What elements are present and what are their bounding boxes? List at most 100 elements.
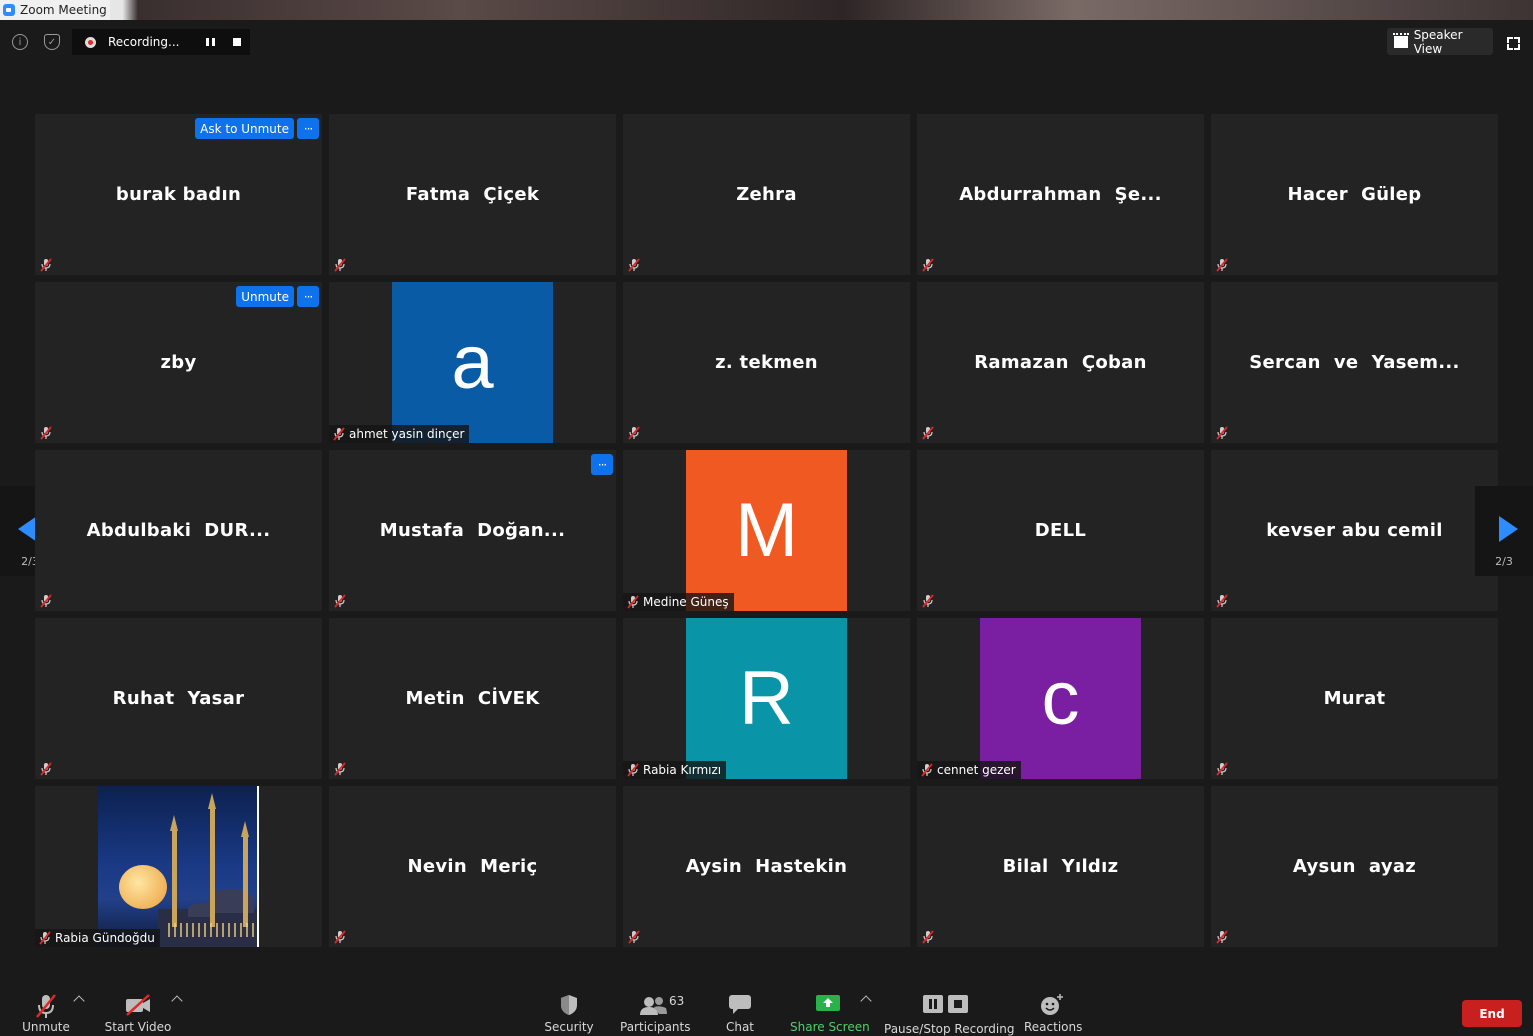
- more-options-button[interactable]: ···: [591, 454, 613, 475]
- security-label: Security: [544, 1020, 594, 1034]
- participant-name: Zehra: [736, 184, 797, 205]
- participant-tile[interactable]: R Rabia Kırmızı: [623, 618, 910, 779]
- participant-name: z. tekmen: [715, 352, 818, 373]
- stop-recording-icon[interactable]: [233, 38, 241, 46]
- meeting-toolbar: Unmute Start Video Security 63 Participa…: [0, 985, 1533, 1036]
- next-page-button[interactable]: 2/3: [1475, 486, 1533, 576]
- participant-tile[interactable]: Hacer Gülep: [1211, 114, 1498, 275]
- participant-name: cennet gezer: [937, 763, 1016, 777]
- pause-recording-icon[interactable]: [206, 38, 215, 46]
- participant-name-tag: Rabia Gündoğdu: [35, 929, 160, 947]
- participant-tile[interactable]: burak badın ··· Ask to Unmute: [35, 114, 322, 275]
- more-options-button[interactable]: ···: [297, 286, 319, 307]
- participant-name: Abdurrahman Şe...: [959, 184, 1162, 205]
- recording-label: Recording...: [108, 35, 180, 49]
- audio-options-caret-icon[interactable]: [73, 995, 85, 1007]
- participant-tile[interactable]: kevser abu cemil: [1211, 450, 1498, 611]
- start-video-label: Start Video: [104, 1020, 172, 1034]
- start-video-button[interactable]: Start Video: [104, 985, 172, 1035]
- participant-tile[interactable]: Aysin Hastekin: [623, 786, 910, 947]
- participant-name: Sercan ve Yasem...: [1249, 352, 1460, 373]
- chat-bubble-icon: [729, 995, 751, 1014]
- participant-tile[interactable]: Rabia Gündoğdu: [35, 786, 322, 947]
- chat-label: Chat: [725, 1020, 755, 1034]
- participant-tile[interactable]: Aysun ayaz: [1211, 786, 1498, 947]
- ask-to-unmute-button[interactable]: Ask to Unmute: [195, 118, 294, 139]
- participant-tile[interactable]: Sercan ve Yasem...: [1211, 282, 1498, 443]
- participant-name: kevser abu cemil: [1266, 520, 1443, 541]
- share-screen-button[interactable]: Share Screen: [790, 985, 870, 1035]
- participant-tile[interactable]: Ruhat Yasar: [35, 618, 322, 779]
- participant-tile[interactable]: zby ··· Unmute: [35, 282, 322, 443]
- speaker-view-button[interactable]: Speaker View: [1387, 28, 1493, 56]
- pause-stop-recording-icon: [923, 995, 968, 1013]
- meeting-top-bar: i ✓ Recording... Speaker View: [0, 20, 1533, 64]
- participant-tile[interactable]: Mustafa Doğan... ···: [329, 450, 616, 611]
- reactions-smiley-icon: [1041, 994, 1063, 1015]
- more-options-button[interactable]: ···: [297, 118, 319, 139]
- reactions-button[interactable]: Reactions: [1024, 985, 1083, 1035]
- participant-tile[interactable]: Murat: [1211, 618, 1498, 779]
- muted-microphone-icon: [627, 426, 641, 440]
- window-title: Zoom Meeting: [20, 3, 107, 17]
- unmute-button[interactable]: Unmute: [20, 985, 72, 1035]
- participant-tile[interactable]: Abdurrahman Şe...: [917, 114, 1204, 275]
- fullscreen-icon[interactable]: [1507, 37, 1520, 50]
- participant-tile[interactable]: z. tekmen: [623, 282, 910, 443]
- participant-name: Mustafa Doğan...: [379, 520, 566, 541]
- participant-tile[interactable]: Metin CİVEK: [329, 618, 616, 779]
- share-screen-icon: [816, 995, 840, 1011]
- shield-check-icon[interactable]: ✓: [44, 34, 60, 50]
- video-options-caret-icon[interactable]: [171, 995, 183, 1007]
- muted-microphone-icon: [332, 427, 346, 441]
- participant-name: Bilal Yıldız: [1002, 856, 1119, 877]
- participant-tile[interactable]: Fatma Çiçek: [329, 114, 616, 275]
- participant-tile[interactable]: c cennet gezer: [917, 618, 1204, 779]
- info-icon[interactable]: i: [12, 34, 28, 50]
- title-bar-left: Zoom Meeting: [0, 0, 110, 20]
- participant-tile[interactable]: Ramazan Çoban: [917, 282, 1204, 443]
- participant-avatar: R: [686, 618, 847, 779]
- participant-tile[interactable]: Nevin Meriç: [329, 786, 616, 947]
- unmute-participant-button[interactable]: Unmute: [236, 286, 294, 307]
- zoom-logo-icon: [3, 4, 15, 16]
- security-button[interactable]: Security: [543, 985, 595, 1035]
- participants-label: Participants: [620, 1020, 691, 1034]
- reactions-label: Reactions: [1024, 1020, 1083, 1034]
- participant-tile[interactable]: Zehra: [623, 114, 910, 275]
- participant-name: Rabia Kırmızı: [643, 763, 722, 777]
- participant-name-tag: ahmet yasin dinçer: [329, 425, 470, 443]
- participant-tile[interactable]: Abdulbaki DUR...: [35, 450, 322, 611]
- participant-name-tag: Rabia Kırmızı: [623, 761, 727, 779]
- participant-tile[interactable]: Bilal Yıldız: [917, 786, 1204, 947]
- participant-avatar: a: [392, 282, 553, 443]
- participant-name: Murat: [1323, 688, 1386, 709]
- participant-tile[interactable]: M Medine Güneş: [623, 450, 910, 611]
- participant-profile-photo: [98, 786, 259, 947]
- muted-microphone-icon: [333, 594, 347, 608]
- muted-microphone-icon: [333, 258, 347, 272]
- participant-tile[interactable]: a ahmet yasin dinçer: [329, 282, 616, 443]
- participants-icon: [640, 997, 667, 1015]
- participant-name: Fatma Çiçek: [405, 184, 540, 205]
- speaker-view-icon: [1393, 32, 1409, 48]
- muted-microphone-icon: [1215, 594, 1229, 608]
- participants-button[interactable]: 63 Participants: [620, 985, 691, 1035]
- video-off-icon: [126, 994, 150, 1016]
- muted-microphone-icon: [39, 426, 53, 440]
- share-screen-label: Share Screen: [790, 1020, 870, 1034]
- participant-avatar: c: [980, 618, 1141, 779]
- chat-button[interactable]: Chat: [718, 985, 762, 1035]
- participant-name: DELL: [1034, 520, 1087, 541]
- record-icon: [85, 36, 96, 48]
- end-meeting-button[interactable]: End: [1462, 1000, 1522, 1027]
- participant-name-tag: cennet gezer: [917, 761, 1021, 779]
- muted-microphone-icon: [1215, 930, 1229, 944]
- recording-indicator: Recording...: [72, 29, 250, 55]
- muted-microphone-icon: [921, 594, 935, 608]
- muted-microphone-icon: [38, 931, 52, 945]
- chevron-right-icon: [1499, 516, 1518, 542]
- pause-stop-recording-button[interactable]: Pause/Stop Recording: [884, 985, 1014, 1036]
- participant-tile[interactable]: DELL: [917, 450, 1204, 611]
- participant-avatar: M: [686, 450, 847, 611]
